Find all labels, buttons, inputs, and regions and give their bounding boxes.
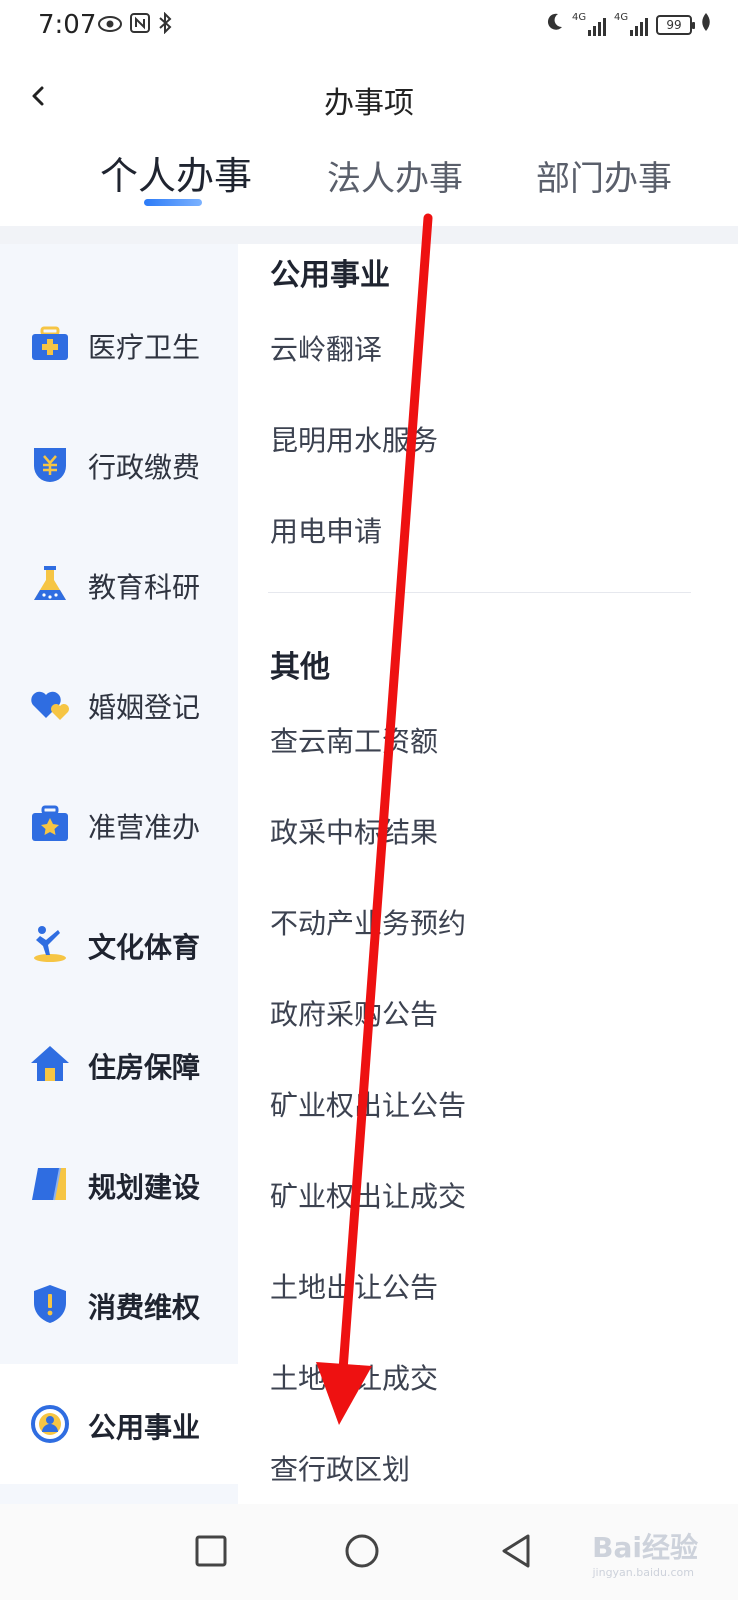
leaf-icon [700,12,712,37]
sidebar-item-label: 规划建设 [88,1171,201,1204]
tab-active-indicator [144,199,202,206]
sidebar-item-label: 住房保障 [88,1051,201,1084]
list-item[interactable]: 政府采购公告 [270,993,438,1033]
category-sidebar: 医疗卫生 行政缴费 教育科研 婚姻登记 准营准办 文化体育 住房保障 规划建设 … [0,244,238,1504]
star-briefcase-icon [30,804,70,844]
list-item[interactable]: 查行政区划 [270,1448,410,1488]
sidebar-item-housing[interactable]: 住房保障 [0,1004,238,1124]
signal-4g-icon: 4G [572,12,606,36]
tab-legal-entity[interactable]: 法人办事 [327,151,463,200]
hearts-icon [30,684,70,724]
signal-4g-icon: 4G [614,12,648,36]
sidebar-item-business-permit[interactable]: 准营准办 [0,764,238,884]
eye-icon [98,14,122,38]
sidebar-item-label: 医疗卫生 [88,331,201,364]
yuan-shield-icon [30,444,70,484]
sidebar-item-label: 文化体育 [88,931,201,964]
sidebar-item-public-utility[interactable]: 公用事业 [0,1364,238,1484]
header: 办事项 [0,52,738,147]
watermark-url: jingyan.baidu.com [592,1566,694,1579]
list-item[interactable]: 昆明用水服务 [270,419,438,459]
sidebar-item-medical[interactable]: 医疗卫生 [0,284,238,404]
list-item[interactable]: 矿业权出让成交 [270,1175,466,1215]
status-bar: 7:07 4G 4G 99 [0,0,738,52]
circle-home-icon[interactable] [337,1526,387,1576]
alert-shield-icon [30,1284,70,1324]
flask-icon [30,564,70,604]
public-utility-icon [30,1404,70,1444]
medical-kit-icon [30,324,70,364]
square-recent-icon[interactable] [186,1526,236,1576]
list-item[interactable]: 土地出让成交 [270,1357,438,1397]
battery-icon: 99 [656,14,695,35]
moon-icon [544,12,564,37]
triangle-back-icon[interactable] [492,1526,542,1576]
nfc-icon [130,13,150,38]
service-list: 公用事业 云岭翻译 昆明用水服务 用电申请 其他 查云南工资额 政采中标结果 不… [238,244,738,1504]
sidebar-item-education[interactable]: 教育科研 [0,524,238,644]
sidebar-item-label: 婚姻登记 [88,691,201,724]
section-divider [268,592,691,593]
sidebar-item-admin-fees[interactable]: 行政缴费 [0,404,238,524]
sidebar-item-label: 公用事业 [88,1411,201,1444]
sidebar-item-planning[interactable]: 规划建设 [0,1124,238,1244]
house-icon [30,1044,70,1084]
list-item[interactable]: 云岭翻译 [270,328,382,368]
divider [0,226,738,244]
tab-personal[interactable]: 个人办事 [100,145,252,200]
sidebar-item-culture-sports[interactable]: 文化体育 [0,884,238,1004]
watermark: Bai经验 [592,1531,698,1564]
list-item[interactable]: 土地出让公告 [270,1266,438,1306]
system-nav-bar: Bai经验 jingyan.baidu.com [0,1504,738,1600]
bluetooth-icon [158,11,172,39]
sidebar-item-label: 教育科研 [88,571,201,604]
list-item[interactable]: 查云南工资额 [270,720,438,760]
sidebar-item-marriage[interactable]: 婚姻登记 [0,644,238,764]
page-title: 办事项 [324,86,414,121]
list-item[interactable]: 矿业权出让公告 [270,1084,466,1124]
list-item[interactable]: 政采中标结果 [270,811,438,851]
sidebar-item-label: 准营准办 [88,811,201,844]
tab-department[interactable]: 部门办事 [536,151,672,200]
sidebar-item-label: 消费维权 [88,1291,201,1324]
section-title: 公用事业 [270,258,390,293]
sidebar-item-label: 行政缴费 [88,451,201,484]
tab-bar: 个人办事 法人办事 部门办事 [0,147,738,227]
blueprint-icon [30,1164,70,1204]
section-title: 其他 [270,650,330,685]
athlete-icon [30,924,70,964]
status-time: 7:07 [38,10,97,40]
list-item[interactable]: 用电申请 [270,510,382,550]
sidebar-item-consumer-rights[interactable]: 消费维权 [0,1244,238,1364]
list-item[interactable]: 不动产业务预约 [270,902,466,942]
